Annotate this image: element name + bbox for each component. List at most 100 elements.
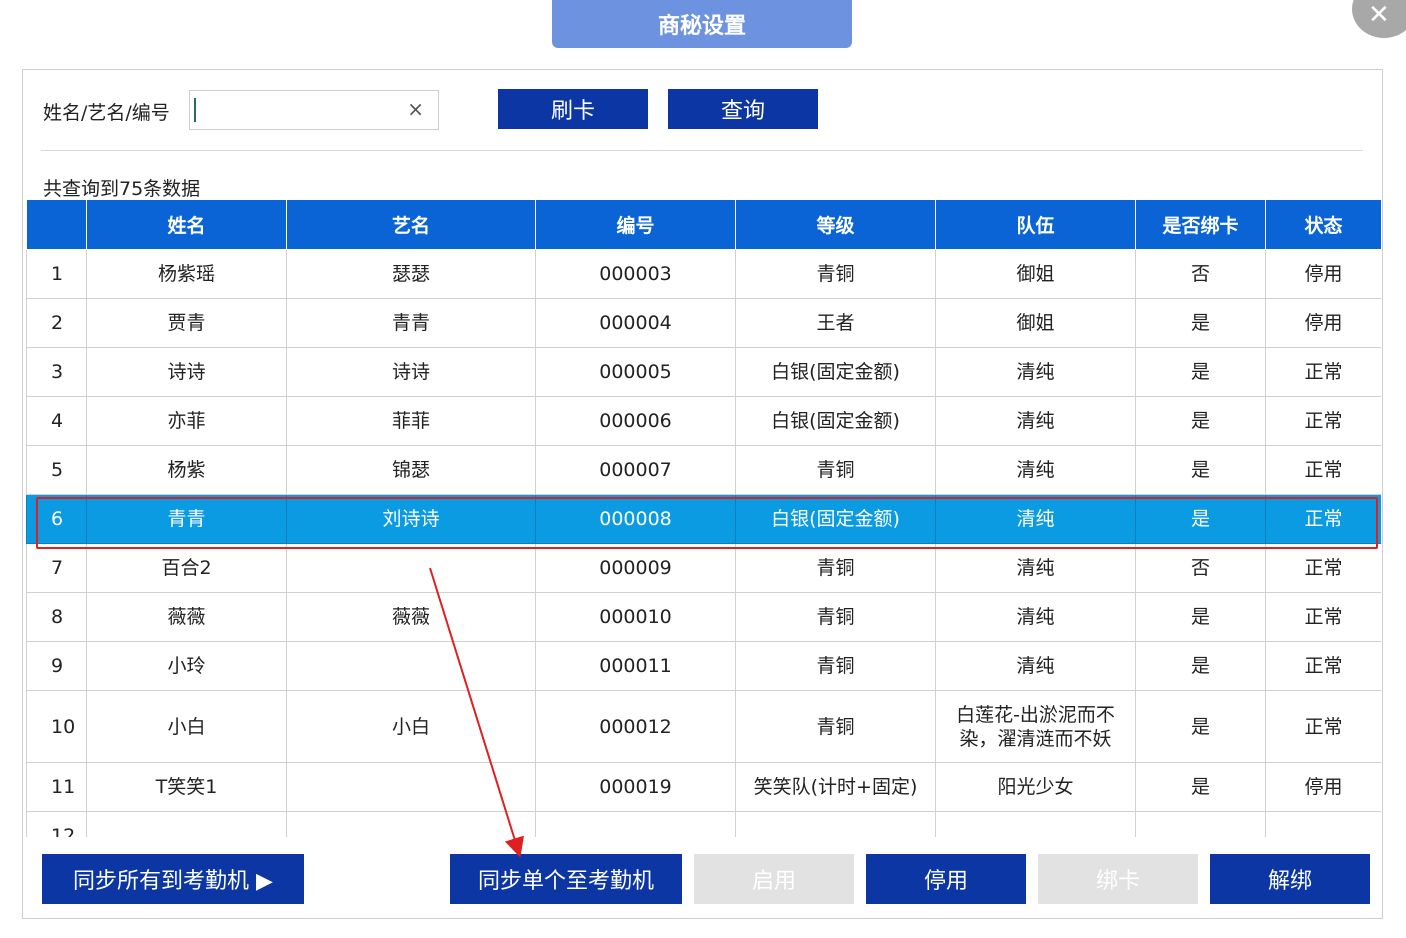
cell-level: 白银(固定金额) — [735, 347, 936, 397]
cell-stage-name: 诗诗 — [286, 347, 536, 397]
col-name-header[interactable]: 姓名 — [86, 200, 287, 250]
cell-index: 5 — [26, 445, 87, 495]
table-row[interactable]: 4 亦菲 菲菲 000006 白银(固定金额) 清纯是正常 — [26, 396, 1381, 446]
cell-status: 停用 — [1265, 762, 1381, 812]
divider — [41, 150, 1363, 151]
sync-all-button[interactable]: 同步所有到考勤机 ▶ — [42, 854, 304, 904]
bind-card-button[interactable]: 绑卡 — [1038, 854, 1198, 904]
col-number-header[interactable]: 编号 — [535, 200, 736, 250]
col-level-header[interactable]: 等级 — [735, 200, 936, 250]
cell-stage-name — [286, 762, 536, 812]
search-field[interactable]: × — [189, 90, 439, 130]
cell-status: 停用 — [1265, 249, 1381, 299]
cell-index: 11 — [26, 762, 87, 812]
cell-stage-name — [286, 543, 536, 593]
cell-name — [86, 811, 287, 837]
unbind-button[interactable]: 解绑 — [1210, 854, 1370, 904]
cell-number: 000004 — [535, 298, 736, 348]
cell-name: 杨紫 — [86, 445, 287, 495]
cell-name: T笑笑1 — [86, 762, 287, 812]
table-row[interactable]: 9 小玲 000011 青铜 清纯是正常 — [26, 641, 1381, 691]
cell-stage-name: 青青 — [286, 298, 536, 348]
cell-card-bound — [1135, 811, 1266, 837]
cell-status: 正常 — [1265, 494, 1381, 544]
swipe-card-button[interactable]: 刷卡 — [498, 89, 648, 129]
enable-button[interactable]: 启用 — [694, 854, 854, 904]
cell-team: 清纯 — [935, 641, 1136, 691]
result-count: 共查询到75条数据 — [43, 178, 201, 200]
table-row[interactable]: 8 薇薇 薇薇 000010 青铜 清纯是正常 — [26, 592, 1381, 642]
cell-name: 青青 — [86, 494, 287, 544]
cell-level — [735, 811, 936, 837]
cell-level: 笑笑队(计时+固定) — [735, 762, 936, 812]
cell-number: 000005 — [535, 347, 736, 397]
cell-level: 青铜 — [735, 543, 936, 593]
cell-level: 白银(固定金额) — [735, 396, 936, 446]
cell-level: 青铜 — [735, 690, 936, 763]
cell-index: 12 — [26, 811, 87, 837]
cell-team: 御姐 — [935, 249, 1136, 299]
close-button[interactable]: ✕ — [1352, 0, 1406, 38]
cell-team — [935, 811, 1136, 837]
cell-team: 清纯 — [935, 347, 1136, 397]
col-index-header — [26, 200, 87, 250]
cell-status: 正常 — [1265, 641, 1381, 691]
cell-stage-name: 瑟瑟 — [286, 249, 536, 299]
sync-single-button[interactable]: 同步单个至考勤机 — [450, 854, 682, 904]
search-input[interactable] — [192, 93, 408, 127]
settings-dialog: 商秘设置 ✕ 姓名/艺名/编号 × 刷卡 查询 共查询到75条数据 姓名 艺名 … — [0, 0, 1406, 938]
col-stage-name-header[interactable]: 艺名 — [286, 200, 536, 250]
table-row[interactable]: 7 百合2 000009 青铜 清纯否正常 — [26, 543, 1381, 593]
cell-name: 杨紫瑶 — [86, 249, 287, 299]
cell-index: 2 — [26, 298, 87, 348]
table-row[interactable]: 10 小白 小白 000012 青铜 白莲花-出淤泥而不染，濯清涟而不妖是正常 — [26, 690, 1381, 763]
cell-card-bound: 否 — [1135, 543, 1266, 593]
dialog-title: 商秘设置 — [552, 0, 852, 48]
cell-number: 000006 — [535, 396, 736, 446]
table-row[interactable]: 3 诗诗 诗诗 000005 白银(固定金额) 清纯是正常 — [26, 347, 1381, 397]
cell-index: 3 — [26, 347, 87, 397]
cell-card-bound: 是 — [1135, 347, 1266, 397]
cell-status: 正常 — [1265, 347, 1381, 397]
table-row[interactable]: 11 T笑笑1 000019 笑笑队(计时+固定) 阳光少女是停用 — [26, 762, 1381, 812]
cell-index: 6 — [26, 494, 87, 544]
cell-card-bound: 是 — [1135, 641, 1266, 691]
table-row[interactable]: 6 青青 刘诗诗 000008 白银(固定金额) 清纯是正常 — [26, 494, 1381, 544]
cell-index: 4 — [26, 396, 87, 446]
clear-icon[interactable]: × — [407, 97, 424, 121]
table-row[interactable]: 1 杨紫瑶 瑟瑟 000003 青铜 御姐否停用 — [26, 249, 1381, 299]
cell-card-bound: 是 — [1135, 494, 1266, 544]
table-row[interactable]: 12 — [26, 811, 1381, 837]
cell-number: 000007 — [535, 445, 736, 495]
cell-card-bound: 是 — [1135, 396, 1266, 446]
query-button[interactable]: 查询 — [668, 89, 818, 129]
disable-button[interactable]: 停用 — [866, 854, 1026, 904]
cell-team: 阳光少女 — [935, 762, 1136, 812]
cell-index: 9 — [26, 641, 87, 691]
cell-status: 停用 — [1265, 298, 1381, 348]
col-team-header[interactable]: 队伍 — [935, 200, 1136, 250]
cell-team: 清纯 — [935, 592, 1136, 642]
cell-level: 青铜 — [735, 249, 936, 299]
data-table-container[interactable]: 姓名 艺名 编号 等级 队伍 是否绑卡 状态 1 杨紫瑶 瑟瑟 000003 青铜 御姐否… — [26, 200, 1381, 837]
cell-card-bound: 是 — [1135, 762, 1266, 812]
cell-status: 正常 — [1265, 690, 1381, 763]
cell-team: 御姐 — [935, 298, 1136, 348]
table-header-row: 姓名 艺名 编号 等级 队伍 是否绑卡 状态 — [26, 200, 1381, 250]
cell-level: 青铜 — [735, 592, 936, 642]
col-status-header[interactable]: 状态 — [1265, 200, 1381, 250]
cell-status — [1265, 811, 1381, 837]
table-row[interactable]: 5 杨紫 锦瑟 000007 青铜 清纯是正常 — [26, 445, 1381, 495]
cell-stage-name: 菲菲 — [286, 396, 536, 446]
cell-card-bound: 否 — [1135, 249, 1266, 299]
col-card-bound-header[interactable]: 是否绑卡 — [1135, 200, 1266, 250]
table-row[interactable]: 2 贾青 青青 000004 王者 御姐是停用 — [26, 298, 1381, 348]
cell-level: 王者 — [735, 298, 936, 348]
cell-name: 百合2 — [86, 543, 287, 593]
cell-name: 薇薇 — [86, 592, 287, 642]
cell-number: 000019 — [535, 762, 736, 812]
cell-index: 7 — [26, 543, 87, 593]
cell-number: 000008 — [535, 494, 736, 544]
cell-name: 贾青 — [86, 298, 287, 348]
close-icon: ✕ — [1368, 0, 1390, 30]
